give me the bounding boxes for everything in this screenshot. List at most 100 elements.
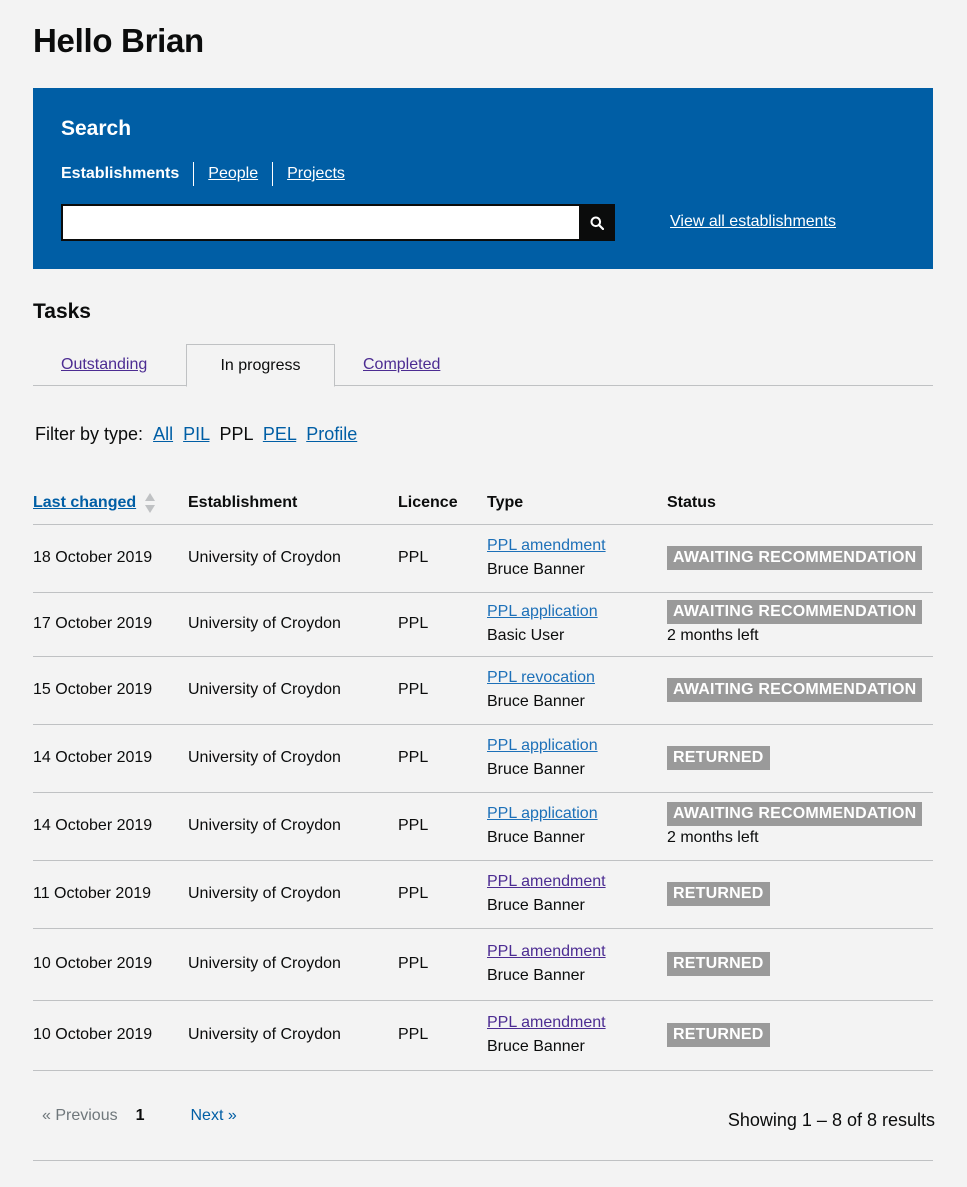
- row-type: PPL amendment Bruce Banner: [487, 928, 667, 1001]
- bottom-divider: [33, 1160, 933, 1161]
- column-header-type: Type: [487, 482, 667, 525]
- search-button[interactable]: [579, 204, 615, 241]
- row-licence: PPL: [398, 724, 487, 793]
- row-establishment: University of Croydon: [188, 524, 398, 593]
- next-page-link[interactable]: Next »: [191, 1107, 237, 1125]
- search-icon: [590, 216, 604, 230]
- row-establishment: University of Croydon: [188, 724, 398, 793]
- row-licence: PPL: [398, 1000, 487, 1071]
- filter-pel[interactable]: PEL: [263, 424, 296, 444]
- task-person: Bruce Banner: [487, 761, 585, 778]
- row-date: 15 October 2019: [33, 656, 188, 725]
- filter-all[interactable]: All: [153, 424, 173, 444]
- table-row: 15 October 2019 University of Croydon PP…: [33, 656, 933, 725]
- row-licence: PPL: [398, 524, 487, 593]
- search-tab-people[interactable]: People: [193, 162, 272, 186]
- row-licence: PPL: [398, 656, 487, 725]
- sort-last-changed-link[interactable]: Last changed: [33, 494, 136, 511]
- column-header-last-changed: Last changed: [33, 482, 188, 525]
- task-person: Bruce Banner: [487, 897, 585, 914]
- row-date: 17 October 2019: [33, 592, 188, 657]
- filter-profile[interactable]: Profile: [306, 424, 357, 444]
- table-row: 11 October 2019 University of Croydon PP…: [33, 860, 933, 929]
- task-person: Bruce Banner: [487, 1038, 585, 1055]
- task-type-link[interactable]: PPL application: [487, 805, 598, 822]
- task-type-link[interactable]: PPL application: [487, 737, 598, 754]
- row-licence: PPL: [398, 860, 487, 929]
- row-status: RETURNED: [667, 928, 933, 1001]
- search-tab-projects[interactable]: Projects: [272, 162, 359, 186]
- search-tab-establishments[interactable]: Establishments: [61, 162, 193, 186]
- table-row: 10 October 2019 University of Croydon PP…: [33, 1000, 933, 1071]
- row-status: RETURNED: [667, 860, 933, 929]
- task-tabs: Outstanding In progress Completed: [33, 344, 933, 387]
- task-person: Basic User: [487, 627, 565, 644]
- search-tabs: Establishments People Projects: [61, 162, 359, 186]
- task-person: Bruce Banner: [487, 967, 585, 984]
- status-badge: AWAITING RECOMMENDATION: [667, 600, 923, 624]
- previous-page-link: « Previous: [42, 1107, 118, 1124]
- row-status: AWAITING RECOMMENDATION: [667, 524, 933, 593]
- type-filter: Filter by type: All PIL PPL PEL Profile: [35, 424, 357, 445]
- tab-in-progress[interactable]: In progress: [186, 344, 335, 387]
- column-header-establishment: Establishment: [188, 482, 398, 525]
- table-row: 18 October 2019 University of Croydon PP…: [33, 524, 933, 593]
- table-row: 17 October 2019 University of Croydon PP…: [33, 592, 933, 657]
- search-input[interactable]: [63, 206, 579, 239]
- row-licence: PPL: [398, 928, 487, 1001]
- row-date: 11 October 2019: [33, 860, 188, 929]
- row-type: PPL application Bruce Banner: [487, 792, 667, 861]
- deadline-note: 2 months left: [667, 829, 759, 846]
- sort-icon[interactable]: [144, 492, 156, 514]
- page-title: Hello Brian: [33, 22, 204, 59]
- task-type-link[interactable]: PPL application: [487, 603, 598, 620]
- filter-label: Filter by type:: [35, 424, 144, 444]
- row-establishment: University of Croydon: [188, 592, 398, 657]
- table-row: 10 October 2019 University of Croydon PP…: [33, 928, 933, 1001]
- row-status: RETURNED: [667, 724, 933, 793]
- task-type-link[interactable]: PPL amendment: [487, 537, 606, 554]
- row-type: PPL application Basic User: [487, 592, 667, 657]
- task-person: Bruce Banner: [487, 829, 585, 846]
- row-date: 14 October 2019: [33, 792, 188, 861]
- row-establishment: University of Croydon: [188, 860, 398, 929]
- row-type: PPL revocation Bruce Banner: [487, 656, 667, 725]
- row-date: 10 October 2019: [33, 1000, 188, 1071]
- row-status: RETURNED: [667, 1000, 933, 1071]
- tasks-heading: Tasks: [33, 300, 91, 323]
- row-status: AWAITING RECOMMENDATION: [667, 656, 933, 725]
- deadline-note: 2 months left: [667, 627, 759, 644]
- tab-outstanding[interactable]: Outstanding: [61, 344, 147, 386]
- row-establishment: University of Croydon: [188, 1000, 398, 1071]
- row-date: 18 October 2019: [33, 524, 188, 593]
- table-header-row: Last changed Establishment Licence Type …: [33, 482, 933, 525]
- filter-pil[interactable]: PIL: [183, 424, 209, 444]
- task-person: Bruce Banner: [487, 561, 585, 578]
- task-type-link[interactable]: PPL amendment: [487, 1014, 606, 1031]
- view-all-establishments-link[interactable]: View all establishments: [670, 213, 836, 231]
- tab-completed[interactable]: Completed: [363, 344, 440, 386]
- task-type-link[interactable]: PPL amendment: [487, 943, 606, 960]
- filter-ppl: PPL: [219, 424, 253, 444]
- status-badge: RETURNED: [667, 746, 770, 770]
- row-date: 14 October 2019: [33, 724, 188, 793]
- row-status: AWAITING RECOMMENDATION 2 months left: [667, 592, 933, 657]
- row-establishment: University of Croydon: [188, 792, 398, 861]
- row-status: AWAITING RECOMMENDATION 2 months left: [667, 792, 933, 861]
- status-badge: AWAITING RECOMMENDATION: [667, 802, 923, 826]
- task-type-link[interactable]: PPL amendment: [487, 873, 606, 890]
- status-badge: RETURNED: [667, 882, 770, 906]
- search-heading: Search: [61, 117, 132, 140]
- pagination: « Previous 1 Next »: [42, 1107, 237, 1125]
- task-person: Bruce Banner: [487, 693, 585, 710]
- status-badge: AWAITING RECOMMENDATION: [667, 546, 923, 570]
- row-licence: PPL: [398, 792, 487, 861]
- search-panel: Search Establishments People Projects Vi…: [33, 88, 933, 269]
- row-type: PPL amendment Bruce Banner: [487, 860, 667, 929]
- current-page-number: 1: [135, 1107, 145, 1124]
- task-type-link[interactable]: PPL revocation: [487, 669, 595, 686]
- table-row: 14 October 2019 University of Croydon PP…: [33, 792, 933, 861]
- search-box: [61, 204, 615, 241]
- tasks-table: Last changed Establishment Licence Type …: [33, 482, 933, 1071]
- row-type: PPL application Bruce Banner: [487, 724, 667, 793]
